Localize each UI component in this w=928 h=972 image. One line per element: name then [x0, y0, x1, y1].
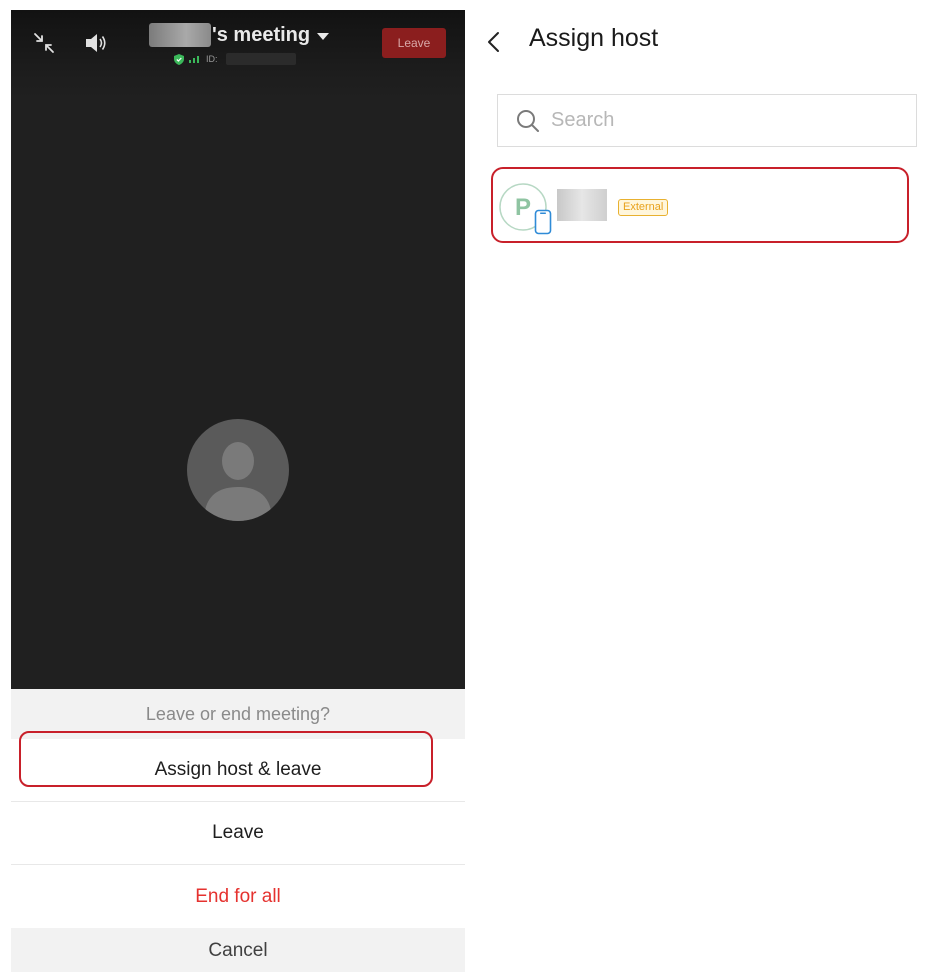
- meeting-id-redacted: [225, 53, 296, 65]
- speaker-icon[interactable]: [83, 30, 109, 56]
- meeting-title[interactable]: 's meeting: [149, 20, 330, 50]
- sheet-title: Leave or end meeting?: [11, 689, 465, 739]
- participant-avatar-letter: P: [515, 194, 531, 221]
- leave-button[interactable]: Leave: [382, 28, 446, 58]
- participant-row[interactable]: P External: [491, 167, 909, 243]
- search-icon: [517, 109, 539, 132]
- search-box[interactable]: [497, 94, 917, 147]
- default-avatar-icon: [187, 419, 289, 521]
- meeting-title-text: 's meeting: [212, 23, 311, 46]
- meeting-id-row: ID:: [174, 53, 296, 65]
- cancel-button[interactable]: Cancel: [11, 928, 465, 972]
- leave-meeting-button[interactable]: Leave: [11, 802, 465, 865]
- shield-icon: [174, 53, 184, 65]
- mobile-device-icon: [534, 209, 552, 235]
- page-title: Assign host: [529, 24, 659, 52]
- search-input[interactable]: [549, 108, 893, 133]
- end-for-all-button[interactable]: End for all: [11, 865, 465, 928]
- minimize-icon[interactable]: [29, 28, 59, 58]
- assign-host-screen: Assign host P External: [472, 10, 928, 972]
- participant-name-redacted: [557, 189, 607, 221]
- meeting-id-label: ID:: [206, 54, 218, 64]
- signal-icon: [189, 56, 199, 63]
- external-badge: External: [618, 199, 669, 216]
- leave-action-sheet: Leave or end meeting? Assign host & leav…: [11, 689, 465, 972]
- host-name-redacted: [149, 23, 211, 47]
- assign-host-and-leave-button[interactable]: Assign host & leave: [11, 739, 465, 802]
- meeting-screen: 's meeting ID: Leave Leave or end meetin…: [11, 10, 465, 972]
- dropdown-caret-icon: [317, 32, 330, 40]
- meeting-toolbar: 's meeting ID: Leave: [11, 10, 465, 100]
- back-chevron-icon[interactable]: [482, 28, 506, 56]
